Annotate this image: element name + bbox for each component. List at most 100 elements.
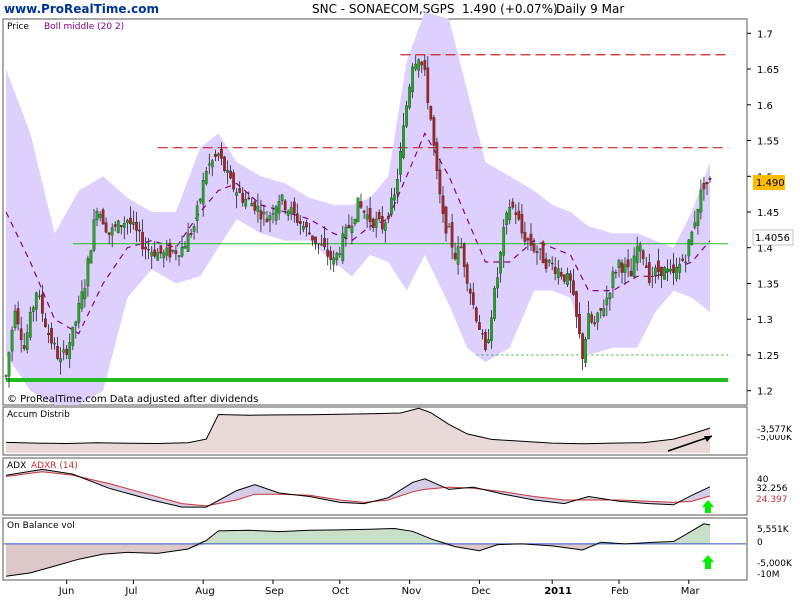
candle-body bbox=[447, 226, 451, 228]
candle-body bbox=[204, 171, 208, 184]
candle-body bbox=[180, 246, 184, 257]
candle-body bbox=[65, 348, 69, 355]
candle-body bbox=[174, 250, 178, 254]
candle-body bbox=[669, 268, 672, 272]
adx-value: 32.256 bbox=[756, 484, 788, 494]
candle-body bbox=[496, 277, 499, 289]
candle-body bbox=[541, 241, 545, 264]
candle-body bbox=[390, 197, 393, 215]
x-axis-label: Aug bbox=[195, 586, 215, 597]
candle-body bbox=[144, 246, 147, 250]
candle-body bbox=[44, 318, 47, 327]
candle-body bbox=[514, 212, 518, 216]
candle-body bbox=[629, 270, 633, 277]
candle-body bbox=[135, 221, 138, 231]
x-axis-label: Dec bbox=[471, 586, 490, 597]
candle-body bbox=[138, 229, 141, 232]
candle-body bbox=[660, 266, 663, 277]
candle-body bbox=[4, 375, 8, 377]
candle-body bbox=[241, 192, 245, 203]
candle-body bbox=[302, 226, 305, 230]
footnote: © ProRealTime.com Data adjusted after di… bbox=[7, 394, 258, 405]
candle-body bbox=[317, 243, 320, 245]
candle-body bbox=[7, 352, 11, 377]
candle-body bbox=[298, 220, 302, 224]
obv-tick-zero: 0 bbox=[757, 538, 763, 548]
candle-body bbox=[608, 293, 612, 300]
candle-body bbox=[38, 295, 41, 297]
candle-body bbox=[657, 260, 660, 273]
candle-body bbox=[22, 345, 26, 349]
candle-body bbox=[620, 262, 624, 273]
candle-body bbox=[690, 231, 694, 245]
candle-body bbox=[62, 349, 66, 353]
candle-body bbox=[420, 61, 424, 66]
price-axis-label: 1.6 bbox=[757, 101, 773, 112]
chart-period: Daily 9 Mar bbox=[556, 2, 624, 16]
candle-body bbox=[122, 223, 126, 228]
price-axis-label: 1.2 bbox=[757, 387, 773, 398]
candle-body bbox=[25, 332, 29, 350]
candle-body bbox=[572, 280, 575, 295]
candle-body bbox=[520, 214, 524, 234]
candle-body bbox=[226, 170, 229, 173]
candle-body bbox=[423, 60, 427, 70]
candle-body bbox=[535, 251, 539, 253]
candle-body bbox=[271, 213, 275, 215]
candle-body bbox=[171, 250, 175, 252]
candle-body bbox=[386, 216, 390, 220]
candle-body bbox=[638, 244, 642, 252]
candle-body bbox=[50, 328, 53, 344]
candle-body bbox=[89, 250, 93, 264]
candle-body bbox=[201, 180, 205, 205]
candle-body bbox=[16, 308, 20, 325]
candle-body bbox=[508, 206, 512, 220]
candle-body bbox=[256, 205, 260, 212]
candle-body bbox=[462, 243, 466, 268]
candle-body bbox=[59, 358, 62, 363]
candle-body bbox=[550, 263, 554, 265]
candle-body bbox=[189, 233, 193, 235]
candle-body bbox=[371, 218, 375, 228]
candle-body bbox=[195, 205, 199, 222]
candle-body bbox=[359, 201, 363, 208]
candle-body bbox=[405, 105, 408, 127]
candle-body bbox=[347, 224, 351, 228]
x-axis-label: 2011 bbox=[544, 586, 572, 597]
candle-body bbox=[162, 252, 166, 259]
candle-body bbox=[696, 208, 700, 226]
candle-body bbox=[393, 194, 396, 201]
price-axis-label: 1.65 bbox=[757, 65, 779, 76]
candle-body bbox=[129, 217, 132, 225]
candle-body bbox=[626, 259, 630, 268]
candle-body bbox=[590, 314, 594, 323]
candle-body bbox=[365, 214, 369, 220]
price-axis-label: 1.45 bbox=[757, 208, 779, 219]
candle-body bbox=[362, 210, 366, 213]
instrument-title: SNC - SONAECOM,SGPS bbox=[312, 2, 455, 16]
candle-body bbox=[456, 246, 460, 265]
candle-body bbox=[159, 245, 163, 254]
candle-body bbox=[253, 201, 257, 211]
candle-body bbox=[292, 201, 296, 214]
candle-body bbox=[593, 322, 597, 325]
candle-body bbox=[402, 125, 405, 158]
site-link[interactable]: www.ProRealTime.com bbox=[4, 2, 159, 16]
candle-body bbox=[350, 225, 354, 234]
candle-body bbox=[214, 153, 217, 157]
candle-body bbox=[338, 253, 342, 255]
candle-body bbox=[532, 243, 536, 252]
candle-body bbox=[526, 238, 530, 241]
candle-body bbox=[168, 242, 172, 258]
candle-body bbox=[617, 260, 621, 268]
candle-body bbox=[147, 249, 150, 251]
candle-body bbox=[265, 218, 269, 223]
candle-body bbox=[399, 151, 402, 175]
obv-tick-5m: -5,000K bbox=[757, 559, 793, 569]
candle-body bbox=[459, 246, 463, 248]
candle-body bbox=[377, 212, 381, 220]
candle-body bbox=[678, 264, 682, 273]
candle-body bbox=[635, 246, 639, 264]
candle-body bbox=[523, 232, 527, 242]
candle-body bbox=[80, 291, 84, 309]
